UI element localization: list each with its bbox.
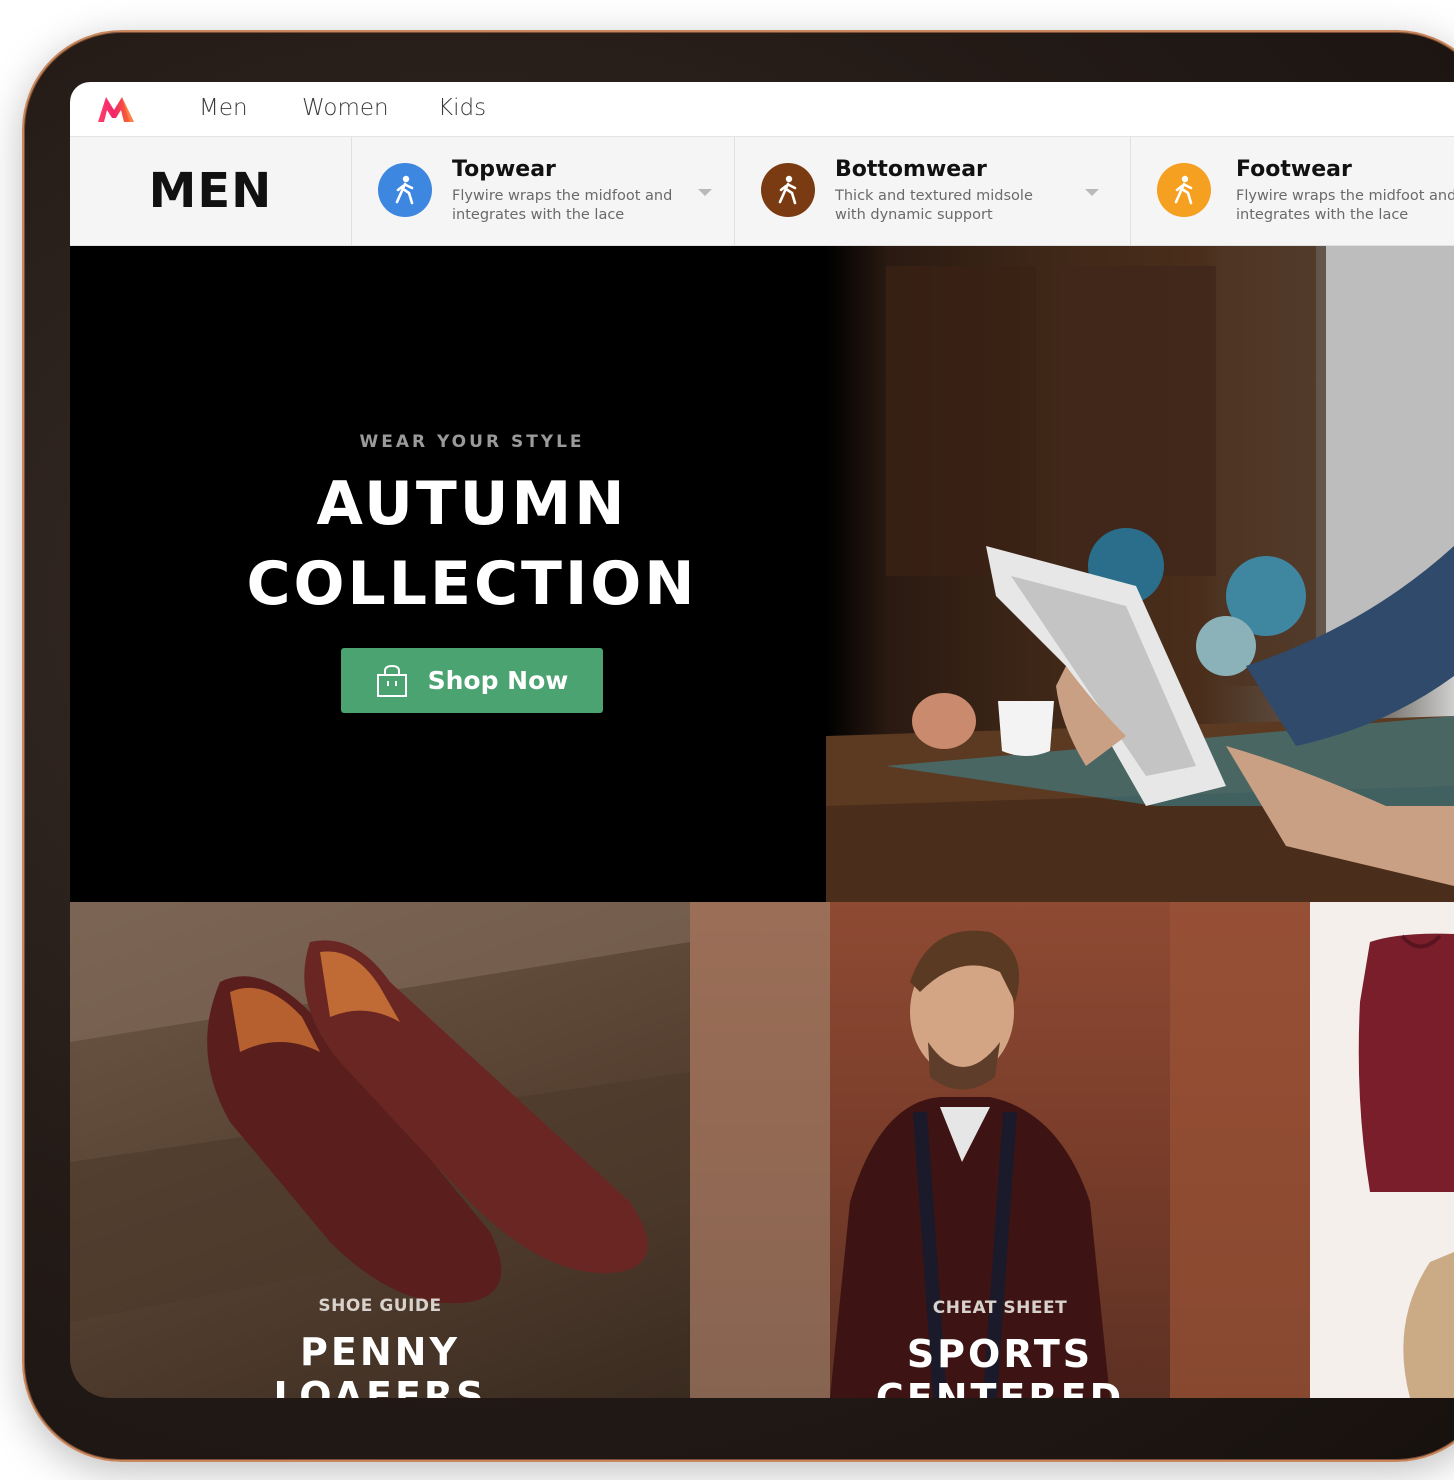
tile-kicker: SHOE GUIDE: [318, 1296, 442, 1316]
tile-image: [70, 902, 690, 1322]
walking-person-icon: [378, 163, 432, 217]
tile-title-line: PENNY: [300, 1330, 460, 1374]
tile-apparel[interactable]: [1310, 902, 1454, 1398]
category-title: Topwear: [452, 157, 556, 182]
shop-now-label: Shop Now: [427, 666, 569, 695]
tile-title: PENNY LOAFERS: [70, 1330, 690, 1398]
hero-banner: WEAR YOUR STYLE AUTUMN COLLECTION Shop N…: [70, 246, 1454, 902]
hero-image: [826, 246, 1454, 902]
app-screen: Men Women Kids MEN Topwear Flywire wraps…: [70, 82, 1454, 1398]
nav-link-kids[interactable]: Kids: [438, 95, 486, 121]
myntra-logo-icon[interactable]: [96, 94, 138, 124]
category-topwear[interactable]: Topwear Flywire wraps the midfoot and in…: [352, 137, 735, 245]
category-footwear[interactable]: Footwear Flywire wraps the midfoot and i…: [1131, 137, 1454, 245]
tile-title-line: CENTERED: [875, 1376, 1125, 1398]
tile-title-line: LOAFERS: [273, 1374, 487, 1398]
tile-kicker: CHEAT SHEET: [932, 1298, 1068, 1318]
tile-penny-loafers[interactable]: SHOE GUIDE PENNY LOAFERS: [70, 902, 690, 1398]
shopping-bag-icon: [376, 664, 407, 697]
hero-title-line: AUTUMN: [316, 469, 628, 539]
section-title: MEN: [70, 137, 352, 245]
nav-link-men[interactable]: Men: [199, 95, 248, 121]
tile-title-line: SPORTS: [906, 1332, 1094, 1376]
walking-person-icon: [761, 163, 815, 217]
category-title: Bottomwear: [835, 157, 987, 182]
walking-person-icon: [1157, 163, 1211, 217]
tile-sports-centered[interactable]: CHEAT SHEET SPORTS CENTERED: [690, 902, 1310, 1398]
category-description: Flywire wraps the midfoot and integrates…: [1236, 188, 1454, 223]
chevron-down-icon[interactable]: [1085, 189, 1099, 196]
category-bar: MEN Topwear Flywire wraps the midfoot an…: [70, 137, 1454, 246]
shop-now-button[interactable]: Shop Now: [341, 648, 603, 713]
tile-image: [690, 902, 1310, 1398]
category-description: Thick and textured midsole with dynamic …: [835, 188, 1033, 223]
hero-title: AUTUMN COLLECTION: [70, 464, 874, 624]
category-bottomwear[interactable]: Bottomwear Thick and textured midsole wi…: [735, 137, 1131, 245]
top-navigation: Men Women Kids: [70, 82, 1454, 137]
tile-image: [1358, 933, 1454, 1398]
tile-title: SPORTS CENTERED: [690, 1332, 1310, 1398]
hero-title-line: COLLECTION: [246, 549, 698, 619]
chevron-down-icon[interactable]: [698, 189, 712, 196]
category-title: Footwear: [1236, 157, 1352, 182]
nav-link-women[interactable]: Women: [302, 95, 389, 121]
category-description: Flywire wraps the midfoot and integrates…: [452, 188, 673, 223]
hero-eyebrow: WEAR YOUR STYLE: [359, 432, 585, 452]
